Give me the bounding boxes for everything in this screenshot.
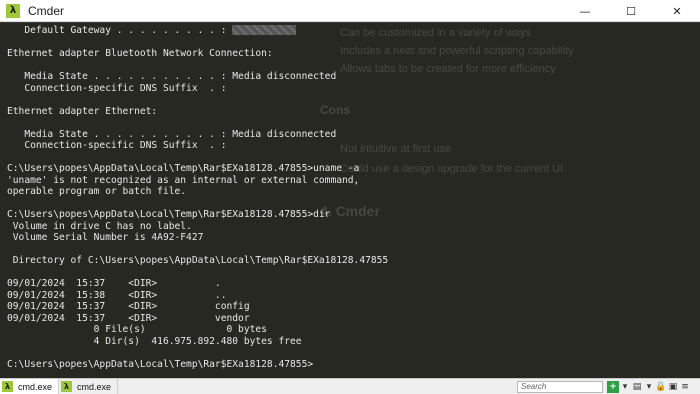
tab-label: cmd.exe xyxy=(18,381,53,392)
terminal-line: 09/01/2024 15:37 <DIR> config xyxy=(7,301,250,312)
terminal-line: Ethernet adapter Ethernet: xyxy=(7,105,158,117)
terminal-line: Default Gateway . . . . . . . . . : xyxy=(7,25,697,37)
chevron-down-icon[interactable]: ▾ xyxy=(619,381,631,393)
terminal-output[interactable]: Default Gateway . . . . . . . . . : Ethe… xyxy=(7,25,697,377)
tab-cmd-2[interactable]: λ cmd.exe xyxy=(59,379,119,394)
terminal-line: Volume in drive C has no label. xyxy=(7,220,192,232)
tab-label: cmd.exe xyxy=(77,381,112,392)
terminal-line: Media State . . . . . . . . . . . : Medi… xyxy=(7,71,337,82)
terminal-line: 'uname' is not recognized as an internal… xyxy=(7,174,360,186)
terminal-line: Media State . . . . . . . . . . . : Medi… xyxy=(7,128,337,140)
terminal-line: C:\Users\popes\AppData\Local\Temp\Rar$EX… xyxy=(7,163,360,174)
title-bar[interactable]: λ Cmder — ☐ ✕ xyxy=(0,0,700,22)
terminal-line: Volume Serial Number is 4A92-F427 xyxy=(7,232,204,243)
maximize-button[interactable]: ☐ xyxy=(608,0,654,22)
terminal-line: C:\Users\popes\AppData\Local\Temp\Rar$EX… xyxy=(7,209,331,220)
redacted-gateway-value xyxy=(232,25,297,35)
search-input[interactable]: Search xyxy=(517,381,603,393)
tab-cmd-1[interactable]: λ cmd.exe xyxy=(0,379,60,394)
lock-icon[interactable]: 🔒 xyxy=(655,381,667,393)
cmder-lambda-icon: λ xyxy=(6,3,20,18)
minimize-button[interactable]: — xyxy=(562,0,608,22)
console-list-icon[interactable]: ▤ xyxy=(631,381,643,393)
chevron-down-icon[interactable]: ▾ xyxy=(643,381,655,393)
layout-icon[interactable]: ▣ xyxy=(667,381,679,393)
new-console-icon[interactable]: + xyxy=(607,381,619,393)
terminal-line: Connection-specific DNS Suffix . : xyxy=(7,140,227,151)
terminal-line: 0 File(s) 0 bytes xyxy=(7,324,267,335)
terminal-line: 09/01/2024 15:37 <DIR> . xyxy=(7,278,221,289)
terminal-line: Ethernet adapter Bluetooth Network Conne… xyxy=(7,48,273,59)
terminal-line: 09/01/2024 15:37 <DIR> vendor xyxy=(7,312,250,324)
terminal-line: Directory of C:\Users\popes\AppData\Loca… xyxy=(7,255,389,266)
settings-menu-icon[interactable]: ≡ xyxy=(679,381,691,393)
window-title: Cmder xyxy=(28,3,65,18)
tab-bar: λ cmd.exe λ cmd.exe Search + ▾ ▤ ▾ 🔒 ▣ ≡ xyxy=(0,378,700,394)
window-controls: — ☐ ✕ xyxy=(562,0,700,22)
terminal-line: operable program or batch file. xyxy=(7,186,187,197)
terminal-line: C:\Users\popes\AppData\Local\Temp\Rar$EX… xyxy=(7,358,314,370)
close-button[interactable]: ✕ xyxy=(654,0,700,22)
console-area[interactable]: Can be customized in a variety of ways I… xyxy=(0,23,700,378)
cmder-lambda-icon: λ xyxy=(61,381,73,392)
terminal-line: Connection-specific DNS Suffix . : xyxy=(7,82,227,94)
terminal-line: 09/01/2024 15:38 <DIR> .. xyxy=(7,289,227,301)
terminal-line: 4 Dir(s) 416.975.892.480 bytes free xyxy=(7,335,302,347)
cmder-lambda-icon: λ xyxy=(2,381,13,392)
